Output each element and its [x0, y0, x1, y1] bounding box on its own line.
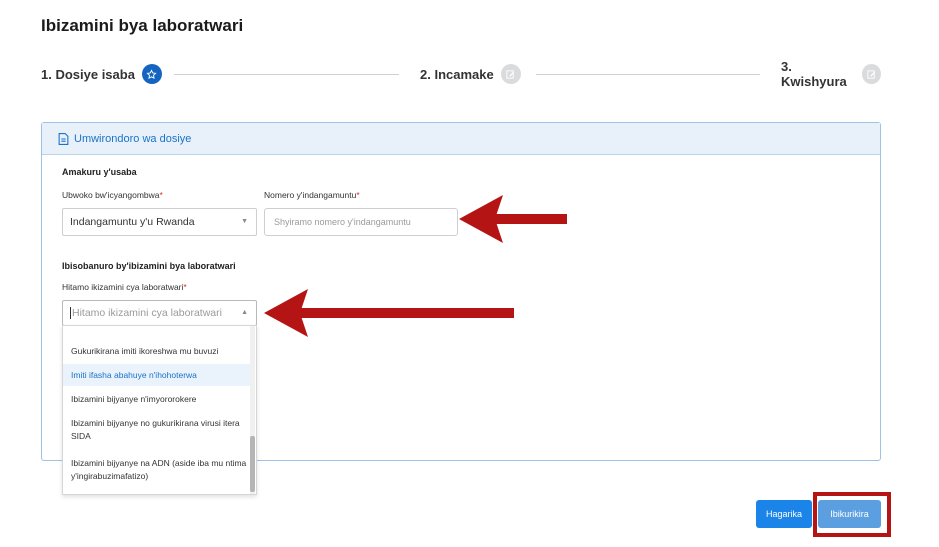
stepper: 1. Dosiye isaba 2. Incamake 3. Kwishyura — [41, 59, 881, 89]
dropdown-option[interactable]: Ibizamini bijyanye no gukurikirana virus… — [63, 414, 251, 446]
card-header-title: Umwirondoro wa dosiye — [74, 132, 192, 145]
id-type-label: Ubwoko bw'icyangombwa* — [62, 190, 163, 200]
chevron-up-icon: ▲ — [241, 309, 248, 316]
scrollbar-thumb[interactable] — [250, 436, 255, 492]
step-connector — [536, 74, 760, 75]
step-kwishyura[interactable]: 3. Kwishyura — [781, 59, 881, 89]
step-incamake[interactable]: 2. Incamake — [420, 63, 521, 85]
dropdown-option[interactable]: Gukurikirana imiti ikoreshwa mu buvuzi — [63, 340, 251, 362]
text-cursor — [70, 307, 71, 319]
star-icon — [141, 64, 162, 84]
dropdown-scrollbar[interactable] — [250, 326, 255, 494]
card-header: Umwirondoro wa dosiye — [42, 123, 880, 155]
page-title: Ibizamini bya laboratwari — [41, 16, 244, 35]
chevron-down-icon: ▼ — [241, 218, 248, 225]
applicant-section-title: Amakuru y'usaba — [62, 167, 137, 177]
edit-icon — [500, 64, 521, 84]
step-connector — [174, 74, 399, 75]
id-number-input[interactable]: Shyiramo nomero y'indangamuntu — [264, 208, 458, 236]
lab-test-select[interactable]: Hitamo ikizamini cya laboratwari ▲ — [62, 300, 257, 326]
annotation-arrow-icon — [459, 195, 567, 243]
id-type-value: Indangamuntu y'u Rwanda — [70, 216, 195, 228]
step-label: 2. Incamake — [420, 66, 494, 82]
dropdown-option[interactable]: Ibizamini bijyanye na ADN (aside iba mu … — [63, 454, 251, 486]
id-number-label: Nomero y'indangamuntu* — [264, 190, 360, 200]
annotation-arrow-icon — [264, 289, 514, 337]
lab-test-dropdown[interactable]: Gukurikirana imiti ikoreshwa mu buvuzi I… — [62, 325, 257, 495]
step-label: 1. Dosiye isaba — [41, 66, 135, 82]
annotation-highlight-box — [813, 492, 891, 537]
step-label: 3. Kwishyura — [781, 59, 847, 89]
id-number-placeholder: Shyiramo nomero y'indangamuntu — [274, 217, 411, 227]
dropdown-option[interactable]: Ibizamini bijyanye n'imyororokere — [63, 388, 251, 410]
lab-test-placeholder: Hitamo ikizamini cya laboratwari — [72, 307, 222, 319]
lab-section-title: Ibisobanuro by'ibizamini bya laboratwari — [62, 261, 236, 271]
step-dosiye-isaba[interactable]: 1. Dosiye isaba — [41, 63, 162, 85]
lab-test-label: Hitamo ikizamini cya laboratwari* — [62, 282, 187, 292]
id-type-select[interactable]: Indangamuntu y'u Rwanda ▼ — [62, 208, 257, 236]
edit-icon — [862, 64, 881, 84]
dropdown-option-highlighted[interactable]: Imiti ifasha abahuye n'ihohoterwa — [63, 364, 251, 386]
cancel-button[interactable]: Hagarika — [756, 500, 812, 528]
document-icon — [58, 132, 69, 145]
